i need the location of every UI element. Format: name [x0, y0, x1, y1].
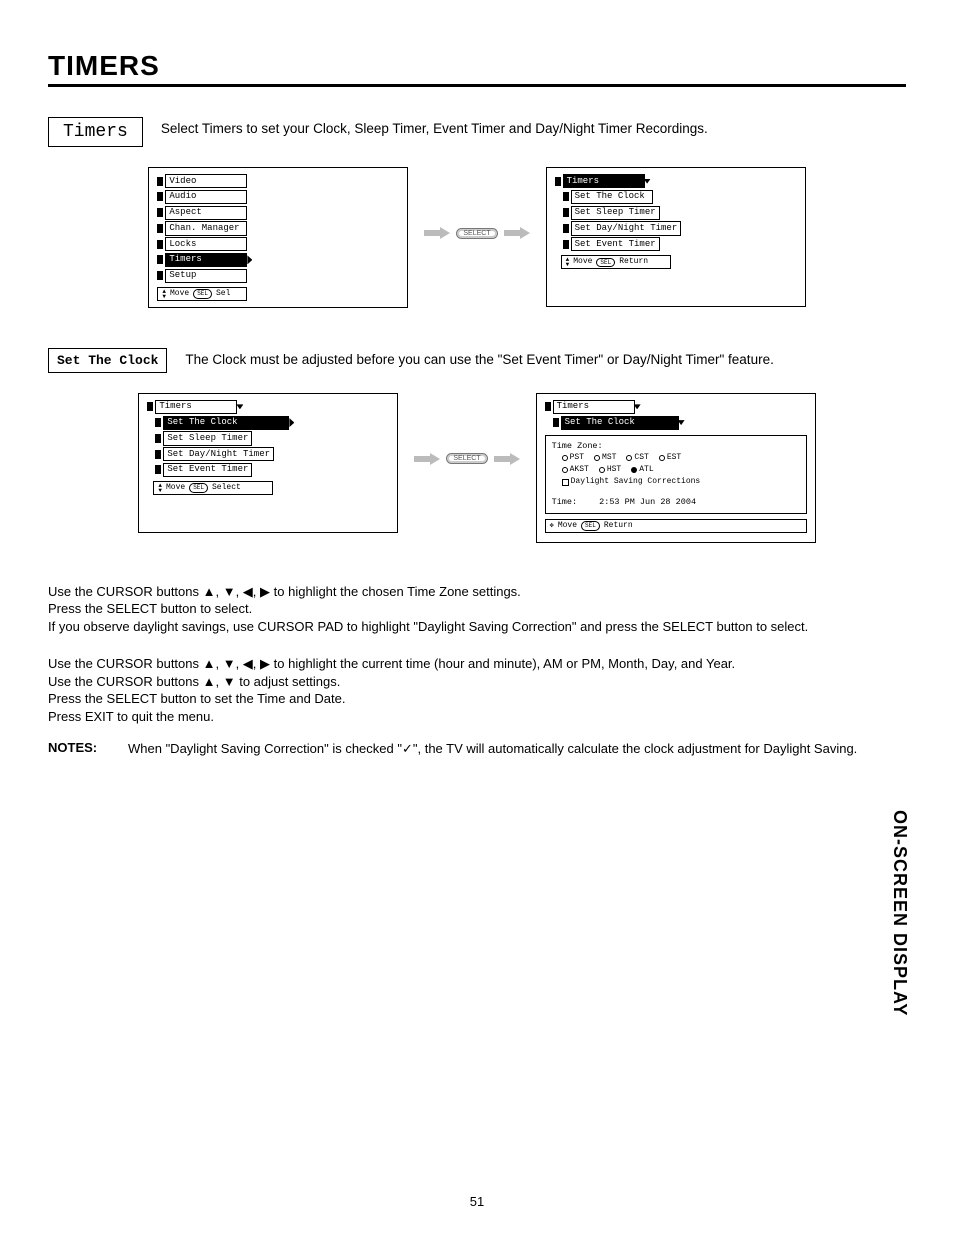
tz-est: EST — [659, 453, 681, 463]
help-row-timers: ▲▼ Move SEL Return — [561, 255, 671, 269]
section-body-clock: The Clock must be adjusted before you ca… — [185, 348, 773, 367]
tz-pst: PST — [562, 453, 584, 463]
flow-arrows-1: SELECT — [424, 167, 529, 239]
section-timers: Timers Select Timers to set your Clock, … — [48, 117, 906, 147]
timezone-panel: Time Zone: PST MST CST EST AKST HST ATL … — [545, 435, 807, 514]
menu-item-set-event-2: Set Event Timer — [147, 463, 389, 477]
help-row-clock: ✥ Move SEL Return — [545, 519, 807, 533]
menu-item-aspect: Aspect — [157, 206, 399, 220]
section-set-clock: Set The Clock The Clock must be adjusted… — [48, 348, 906, 373]
notes-label: NOTES: — [48, 740, 108, 755]
menu-item-set-clock: Set The Clock — [555, 190, 797, 204]
menu-item-audio: Audio — [157, 190, 399, 204]
arrow-icon — [504, 227, 530, 239]
instructions-1: Use the CURSOR buttons ▲, ▼, ◀, ▶ to hig… — [48, 583, 906, 636]
arrow-icon — [494, 453, 520, 465]
menu-item-timers: Timers — [157, 253, 399, 267]
osd-clock-panel: Timers Set The Clock Time Zone: PST MST … — [536, 393, 816, 543]
menu-item-video: Video — [157, 174, 399, 188]
menu-item-setup: Setup — [157, 269, 399, 283]
help-row-timers-2: ▲▼ Move SEL Select — [153, 481, 273, 495]
tz-label: Time Zone: — [552, 441, 800, 452]
menu-item-set-daynight: Set Day/Night Timer — [555, 221, 797, 235]
crumb-set-clock: Set The Clock — [545, 416, 807, 430]
notes-text: When "Daylight Saving Correction" is che… — [128, 740, 906, 758]
menu-item-set-sleep: Set Sleep Timer — [555, 206, 797, 220]
tz-akst: AKST — [562, 465, 589, 475]
osd-timers-menu-2: Timers Set The Clock Set Sleep Timer Set… — [138, 393, 398, 533]
tz-cst: CST — [626, 453, 648, 463]
tz-hst: HST — [599, 465, 621, 475]
cursor-arrows-icon: ▲, ▼, ◀, ▶ — [203, 584, 270, 599]
menu-item-set-event: Set Event Timer — [555, 237, 797, 251]
screens-row-1: Video Audio Aspect Chan. Manager Locks T… — [48, 167, 906, 308]
menu-item-set-sleep-2: Set Sleep Timer — [147, 431, 389, 445]
menu-item-set-clock-2: Set The Clock — [147, 416, 389, 430]
notes: NOTES: When "Daylight Saving Correction"… — [48, 740, 906, 758]
menu-item-chan-manager: Chan. Manager — [157, 221, 399, 235]
menu-item-set-daynight-2: Set Day/Night Timer — [147, 447, 389, 461]
arrow-icon — [414, 453, 440, 465]
select-button-icon: SELECT — [456, 228, 497, 239]
screens-row-2: Timers Set The Clock Set Sleep Timer Set… — [48, 393, 906, 543]
section-body-timers: Select Timers to set your Clock, Sleep T… — [161, 117, 708, 136]
instructions-2: Use the CURSOR buttons ▲, ▼, ◀, ▶ to hig… — [48, 655, 906, 725]
osd-main-menu: Video Audio Aspect Chan. Manager Locks T… — [148, 167, 408, 308]
check-icon: ✓ — [402, 741, 413, 756]
page-number: 51 — [470, 1194, 484, 1209]
tz-row-1: PST MST CST EST — [562, 453, 800, 463]
side-tab: ON-SCREEN DISPLAY — [889, 810, 910, 1016]
section-label-timers: Timers — [48, 117, 143, 147]
time-row: Time: 2:53 PM Jun 28 2004 — [552, 497, 800, 508]
flow-arrows-2: SELECT — [414, 393, 519, 465]
tz-row-2: AKST HST ATL — [562, 465, 800, 475]
tz-daylight: Daylight Saving Corrections — [562, 477, 800, 487]
section-label-clock: Set The Clock — [48, 348, 167, 373]
osd-timers-menu: Timers Set The Clock Set Sleep Timer Set… — [546, 167, 806, 307]
tz-mst: MST — [594, 453, 616, 463]
tz-atl: ATL — [631, 465, 653, 475]
arrow-icon — [424, 227, 450, 239]
dpad-icon: ✥ — [550, 522, 554, 531]
help-row-main: ▲▼ Move SEL Sel — [157, 287, 247, 301]
cursor-arrows-icon: ▲, ▼, ◀, ▶ — [203, 656, 270, 671]
crumb-timers: Timers — [545, 400, 807, 414]
select-button-icon: SELECT — [446, 453, 487, 464]
page-title: TIMERS — [48, 50, 906, 87]
menu-title-timers-2: Timers — [147, 400, 389, 414]
menu-title-timers: Timers — [555, 174, 797, 188]
menu-item-locks: Locks — [157, 237, 399, 251]
cursor-arrows-icon: ▲, ▼ — [203, 674, 236, 689]
